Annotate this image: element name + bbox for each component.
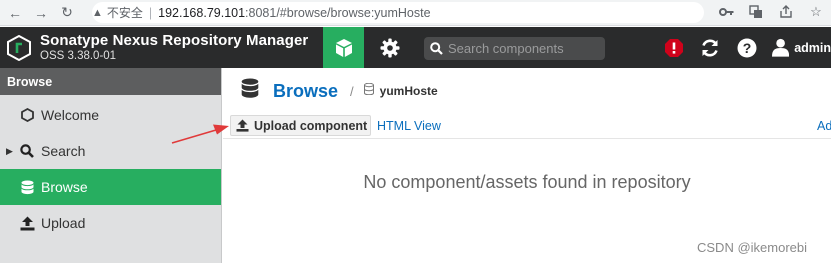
html-view-link[interactable]: HTML View bbox=[377, 119, 441, 133]
share-icon[interactable] bbox=[777, 3, 795, 21]
warning-icon: ▲ bbox=[92, 6, 103, 19]
search-input[interactable] bbox=[448, 41, 598, 56]
search-icon bbox=[430, 42, 443, 55]
user-name: admin bbox=[794, 40, 831, 55]
address-bar[interactable]: ▲ 不安全 | 192.168.79.101:8081/#browse/brow… bbox=[92, 2, 704, 23]
sidebar-item-label: Upload bbox=[41, 215, 86, 231]
sidebar-item-label: Welcome bbox=[41, 107, 100, 123]
watermark: CSDN @ikemorebi bbox=[697, 240, 807, 255]
sidebar-item-upload[interactable]: Upload bbox=[0, 205, 221, 241]
search-components[interactable] bbox=[424, 37, 605, 60]
reload-icon[interactable]: ↻ bbox=[56, 2, 78, 24]
database-icon bbox=[241, 78, 259, 104]
upload-component-label: Upload component bbox=[254, 118, 368, 133]
breadcrumb-separator: / bbox=[350, 83, 354, 99]
search-icon bbox=[18, 144, 36, 158]
gear-icon bbox=[380, 38, 400, 57]
sidebar-item-search[interactable]: ▶ Search bbox=[0, 133, 221, 169]
system-alert-button[interactable] bbox=[662, 27, 686, 68]
address-separator: | bbox=[148, 5, 153, 20]
cube-icon bbox=[335, 38, 352, 57]
main-panel: Browse / yumHoste Upload component HTML … bbox=[223, 68, 831, 263]
user-menu[interactable]: admin bbox=[772, 27, 831, 68]
browser-toolbar: ← → ↻ ▲ 不安全 | 192.168.79.101:8081/#brows… bbox=[0, 0, 831, 26]
expand-caret-icon[interactable]: ▶ bbox=[6, 146, 13, 157]
refresh-icon bbox=[702, 39, 718, 56]
sidebar-item-label: Browse bbox=[41, 179, 88, 195]
help-button[interactable]: ? bbox=[735, 27, 759, 68]
alert-icon bbox=[665, 38, 683, 57]
sidebar-item-browse[interactable]: Browse bbox=[0, 169, 221, 205]
hexagon-icon bbox=[18, 108, 36, 122]
upload-icon bbox=[18, 216, 36, 231]
translate-icon[interactable] bbox=[747, 3, 765, 21]
forward-icon[interactable]: → bbox=[30, 2, 52, 24]
admin-mode-button[interactable] bbox=[372, 27, 408, 68]
advanced-search-link[interactable]: Ad bbox=[817, 119, 831, 133]
svg-text:?: ? bbox=[743, 40, 752, 56]
back-icon[interactable]: ← bbox=[4, 2, 26, 24]
app-header: Sonatype Nexus Repository Manager OSS 3.… bbox=[0, 27, 831, 68]
url-host: 192.168.79.101 bbox=[158, 5, 246, 20]
sidebar-heading: Browse bbox=[0, 68, 221, 95]
url-path: :8081/#browse/browse:yumHoste bbox=[245, 5, 431, 20]
sidebar-item-welcome[interactable]: Welcome bbox=[0, 97, 221, 133]
bookmark-star-icon[interactable]: ☆ bbox=[807, 3, 825, 21]
app-title: Sonatype Nexus Repository Manager bbox=[40, 32, 309, 49]
sonatype-logo-icon bbox=[7, 35, 31, 61]
sidebar-item-label: Search bbox=[41, 143, 86, 159]
browse-mode-button[interactable] bbox=[323, 27, 364, 68]
upload-icon bbox=[236, 119, 249, 132]
app-version: OSS 3.38.0-01 bbox=[40, 50, 117, 62]
sidebar: Browse Welcome ▶ Search Browse Upload bbox=[0, 68, 222, 263]
database-icon bbox=[18, 180, 36, 195]
breadcrumb: Browse / yumHoste bbox=[241, 78, 438, 104]
upload-component-button[interactable]: Upload component bbox=[230, 115, 371, 136]
breadcrumb-browse-link[interactable]: Browse bbox=[273, 81, 338, 102]
user-icon bbox=[772, 38, 790, 57]
empty-state-message: No component/assets found in repository bbox=[363, 172, 691, 192]
help-icon: ? bbox=[737, 38, 757, 57]
key-icon[interactable] bbox=[717, 3, 735, 21]
repository-icon bbox=[363, 82, 374, 100]
insecure-label: 不安全 bbox=[106, 6, 143, 20]
refresh-button[interactable] bbox=[698, 27, 722, 68]
breadcrumb-repository: yumHoste bbox=[379, 84, 438, 98]
browse-toolbar: Upload component HTML View Ad bbox=[223, 113, 831, 139]
